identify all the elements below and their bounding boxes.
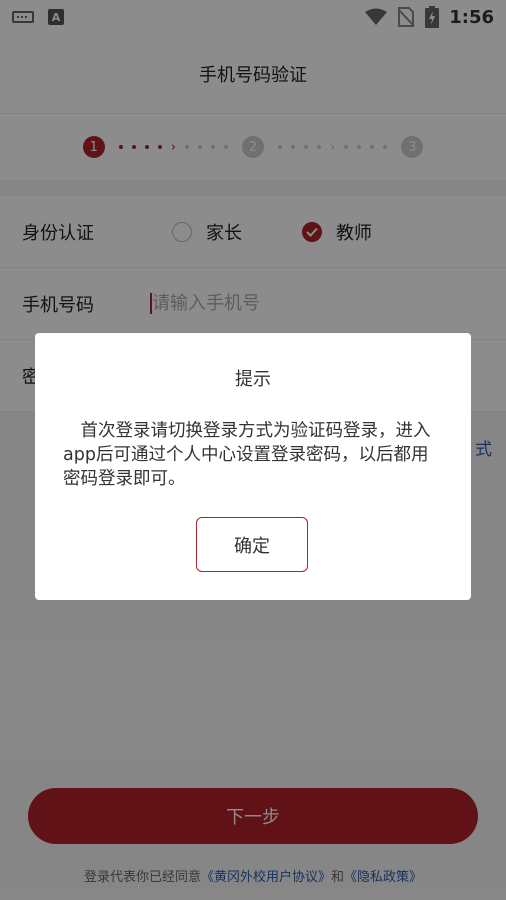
dialog-title: 提示 <box>235 369 271 390</box>
confirm-button[interactable]: 确定 <box>196 517 308 572</box>
tip-dialog: 提示 首次登录请切换登录方式为验证码登录，进入app后可通过个人中心设置登录密码… <box>35 333 471 600</box>
dialog-message: 首次登录请切换登录方式为验证码登录，进入app后可通过个人中心设置登录密码，以后… <box>63 421 431 489</box>
